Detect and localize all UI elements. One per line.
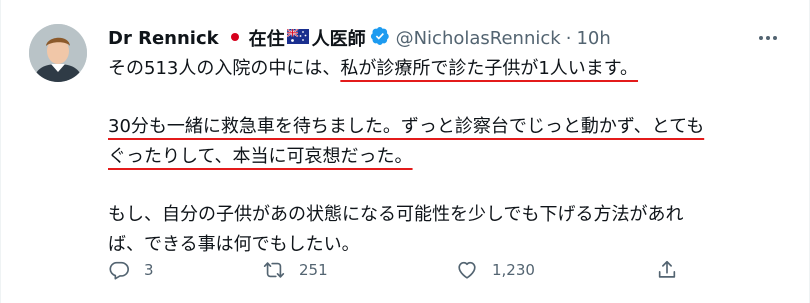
left-border — [0, 0, 1, 303]
tweet-card[interactable]: Dr Rennick 在住 人医師 @NicholasRennick · 10h… — [0, 0, 810, 303]
tweet-text: その513人の入院の中には、私が診療所で診た子供が1人います。 30分も一緒に救… — [108, 54, 780, 260]
tweet-timestamp[interactable]: 10h — [576, 28, 610, 49]
reply-button[interactable]: 3 — [108, 259, 263, 281]
tweet-actions: 3 251 1,230 — [108, 256, 688, 284]
header-separator: · — [565, 27, 572, 49]
share-icon — [658, 260, 676, 278]
underlined-text-1: 私が診療所で診た子供が1人います。 — [340, 58, 639, 79]
avatar[interactable] — [29, 24, 87, 82]
heart-icon — [458, 261, 476, 279]
author-name-suffix2: 人医師 — [311, 29, 366, 50]
share-button[interactable] — [656, 259, 678, 281]
more-horizontal-icon — [759, 36, 777, 40]
retweet-icon — [263, 262, 285, 278]
avatar-image — [29, 24, 87, 82]
underlined-text-2: 30分も一緒に救急車を待ちました。ずっと診察台でじっと動かず、とても — [108, 116, 705, 137]
like-count: 1,230 — [492, 261, 535, 279]
author-handle[interactable]: @NicholasRennick — [396, 28, 561, 49]
underlined-text-3: ぐったりして、本当に可哀想だった。 — [108, 146, 413, 167]
author-name-suffix: 在住 — [248, 29, 285, 50]
verified-badge-icon — [370, 26, 390, 51]
japan-flag-icon — [225, 28, 244, 49]
tweet-line-3: ぐったりして、本当に可哀想だった。 — [108, 142, 780, 172]
australia-flag-icon — [286, 27, 309, 49]
like-button[interactable]: 1,230 — [456, 259, 656, 281]
reply-icon — [109, 261, 129, 280]
tweet-line-1-plain: その513人の入院の中には、 — [108, 58, 341, 79]
tweet-line-1: その513人の入院の中には、私が診療所で診た子供が1人います。 — [108, 54, 780, 84]
more-options-button[interactable] — [756, 28, 780, 48]
tweet-header: Dr Rennick 在住 人医師 @NicholasRennick · 10h — [108, 24, 750, 52]
retweet-button[interactable]: 251 — [263, 259, 456, 281]
retweet-count: 251 — [299, 261, 328, 279]
tweet-line-2: 30分も一緒に救急車を待ちました。ずっと診察台でじっと動かず、とても — [108, 112, 780, 142]
author-name[interactable]: Dr Rennick — [108, 28, 219, 49]
reply-count: 3 — [144, 261, 154, 279]
tweet-line-4: もし、自分の子供があの状態になる可能性を少しでも下げる方法があれ — [108, 204, 684, 225]
